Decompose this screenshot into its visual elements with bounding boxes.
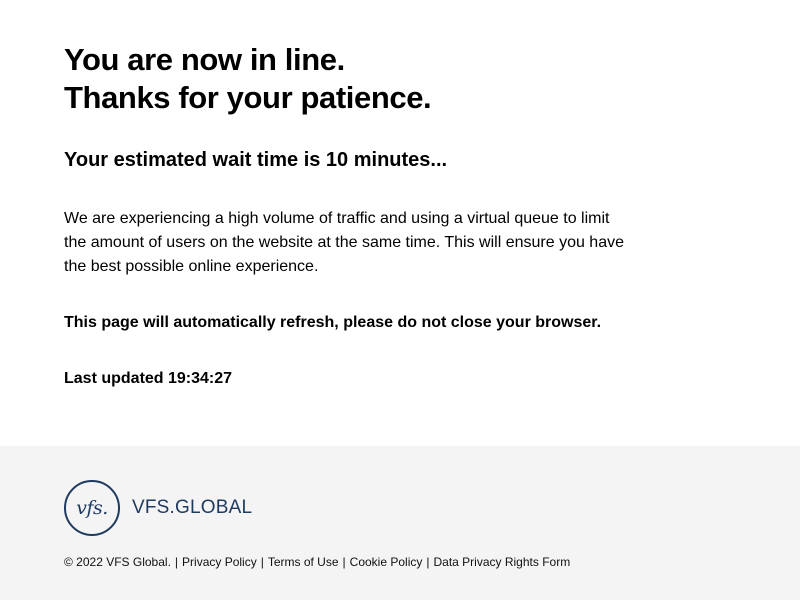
footer-legal-links: © 2022 VFS Global. | Privacy Policy | Terms …: [64, 554, 570, 570]
separator: |: [174, 555, 179, 569]
separator: |: [342, 555, 346, 569]
vfs-logo-mark-icon: vfs.: [64, 480, 120, 536]
cookie-policy-link[interactable]: Cookie Policy: [350, 555, 423, 569]
terms-of-use-link[interactable]: Terms of Use: [268, 555, 339, 569]
headline-line-2: Thanks for your patience.: [64, 80, 432, 115]
separator: |: [426, 555, 430, 569]
estimated-wait-time: Your estimated wait time is 10 minutes..…: [64, 149, 448, 171]
vfs-global-logo: vfs. VFS.GLOBAL: [64, 478, 252, 538]
logo-mark-text: vfs.: [76, 497, 108, 519]
logo-wordmark: VFS.GLOBAL: [132, 497, 253, 518]
headline-line-1: You are now in line.: [64, 42, 345, 77]
last-updated-timestamp: Last updated 19:34:27: [64, 370, 233, 387]
footer: vfs. VFS.GLOBAL © 2022 VFS Global. | Priva…: [0, 446, 800, 600]
refresh-notice: This page will automatically refresh, pl…: [64, 314, 602, 331]
separator: |: [260, 555, 264, 569]
copyright-text: © 2022 VFS Global.: [64, 555, 171, 569]
queue-description: We are experiencing a high volume of tra…: [64, 210, 624, 275]
queue-main-section: You are now in line. Thanks for your pat…: [0, 0, 800, 446]
data-privacy-rights-form-link[interactable]: Data Privacy Rights Form: [433, 555, 570, 569]
privacy-policy-link[interactable]: Privacy Policy: [182, 555, 257, 569]
page-title: You are now in line. Thanks for your pat…: [64, 41, 432, 117]
